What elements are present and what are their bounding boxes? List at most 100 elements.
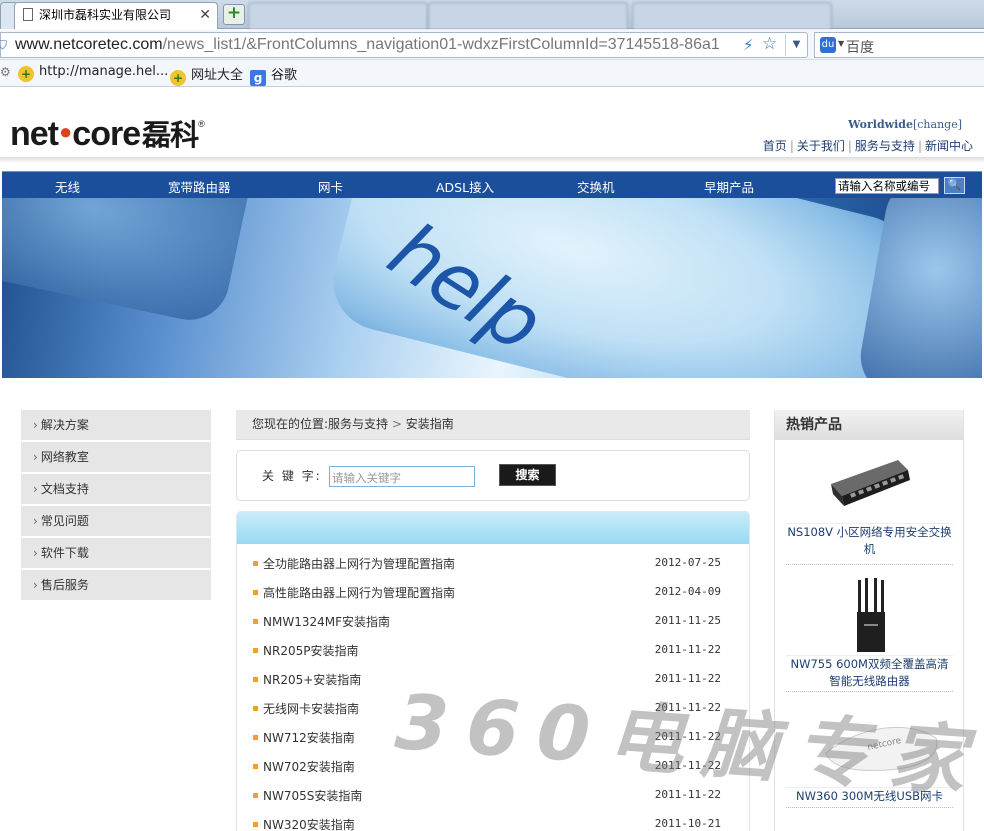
news-row[interactable]: NW320安装指南 2011-10-21 (253, 817, 733, 831)
news-title[interactable]: 高性能路由器上网行为管理配置指南 (263, 584, 455, 601)
bullet-icon (253, 590, 258, 595)
nav-item-adsl[interactable]: ADSL接入 (436, 177, 494, 196)
search-button[interactable]: 搜索 (499, 464, 556, 486)
breadcrumb-service[interactable]: 服务与支持 (328, 417, 388, 431)
news-row[interactable]: NMW1324MF安装指南 2011-11-25 (253, 614, 733, 643)
news-date: 2011-11-25 (654, 614, 721, 627)
browser-search-box[interactable]: du ▼ 百度 (814, 32, 984, 58)
menu-item-docs[interactable]: › 文档支持 (21, 474, 211, 504)
news-row[interactable]: 无线网卡安装指南 2011-11-22 (253, 701, 733, 730)
news-date: 2011-11-22 (654, 730, 721, 743)
news-row[interactable]: NW712安装指南 2011-11-22 (253, 730, 733, 759)
url-text: www.netcoretec.com/news_list1/&FrontColu… (15, 36, 720, 53)
speed-mode-icon[interactable]: ⚡ (743, 36, 754, 54)
chevron-right-icon: › (33, 482, 38, 496)
link-home[interactable]: 首页 (763, 139, 787, 153)
url-dropdown-icon[interactable]: ▼ (785, 34, 807, 56)
header-divider (0, 157, 984, 163)
hot-products-title: 热销产品 (775, 410, 963, 440)
bookmark-item[interactable]: + 网址大全 (170, 64, 243, 86)
help-banner: help (2, 198, 982, 378)
tab-active[interactable]: 深圳市磊科实业有限公司 ✕ (14, 2, 218, 29)
worldwide-selector[interactable]: Worldwide[change] (848, 118, 962, 131)
link-about[interactable]: 关于我们 (797, 139, 845, 153)
news-date: 2011-11-22 (654, 759, 721, 772)
nav-item-legacy[interactable]: 早期产品 (704, 177, 754, 196)
tab-title: 深圳市磊科实业有限公司 (39, 8, 172, 22)
tab-blurred-3[interactable] (632, 2, 832, 29)
news-title[interactable]: NR205P安装指南 (263, 642, 358, 659)
news-title[interactable]: NW702安装指南 (263, 758, 355, 775)
engine-dropdown-icon[interactable]: ▼ (838, 39, 844, 48)
search-icon[interactable]: 🔍 (944, 177, 965, 194)
news-title[interactable]: NMW1324MF安装指南 (263, 613, 390, 630)
news-title[interactable]: NW705S安装指南 (263, 787, 362, 804)
address-bar[interactable]: ⛉ www.netcoretec.com/news_list1/&FrontCo… (0, 32, 808, 58)
breadcrumb-install-guide[interactable]: 安装指南 (406, 417, 454, 431)
news-date: 2011-11-22 (654, 701, 721, 714)
news-title[interactable]: 无线网卡安装指南 (263, 700, 359, 717)
change-link: [change] (912, 118, 962, 131)
top-links: 首页 | 关于我们 | 服务与支持 | 新闻中心 (762, 139, 973, 153)
bookmarks-toggle-icon[interactable]: ⚙ (0, 65, 11, 79)
news-row[interactable]: 全功能路由器上网行为管理配置指南 2012-07-25 (253, 556, 733, 585)
product-card[interactable]: NW755 600M双频全覆盖高清智能无线路由器 (786, 576, 953, 692)
chevron-right-icon: › (33, 514, 38, 528)
chevron-right-icon: › (33, 578, 38, 592)
bullet-icon (253, 677, 258, 682)
product-caption[interactable]: NW360 300M无线USB网卡 (786, 788, 953, 805)
bullet-icon (253, 793, 258, 798)
tab-blurred-2[interactable] (428, 2, 628, 29)
bookmark-item[interactable]: + http://manage.hel... (18, 64, 168, 82)
news-row[interactable]: NR205+安装指南 2011-11-22 (253, 672, 733, 701)
news-list-panel: 全功能路由器上网行为管理配置指南 2012-07-25 高性能路由器上网行为管理配置… (236, 511, 750, 831)
menu-item-downloads[interactable]: › 软件下载 (21, 538, 211, 568)
product-card[interactable]: netcore NW360 300M无线USB网卡 (786, 708, 953, 808)
keyword-input[interactable]: 请输入关键字 (329, 466, 475, 487)
menu-item-solutions[interactable]: › 解决方案 (21, 410, 211, 440)
netcore-logo[interactable]: net●core磊科® (10, 112, 205, 154)
news-title[interactable]: NW320安装指南 (263, 816, 355, 831)
link-news[interactable]: 新闻中心 (925, 139, 973, 153)
news-title[interactable]: NW712安装指南 (263, 729, 355, 746)
keyword-label: 关 键 字: (262, 469, 322, 483)
bullet-icon (253, 706, 258, 711)
news-title[interactable]: NR205+安装指南 (263, 671, 361, 688)
bookmark-star-icon[interactable]: ☆ (762, 34, 777, 54)
news-date: 2011-11-22 (654, 643, 721, 656)
bullet-icon (253, 648, 258, 653)
close-tab-icon[interactable]: ✕ (199, 3, 211, 28)
product-caption[interactable]: NS108V 小区网络专用安全交换机 (786, 524, 953, 558)
news-title[interactable]: 全功能路由器上网行为管理配置指南 (263, 555, 455, 572)
breadcrumb: 您现在的位置:服务与支持 > 安装指南 (236, 410, 750, 440)
document-icon (23, 8, 33, 21)
menu-item-classroom[interactable]: › 网络教室 (21, 442, 211, 472)
news-row[interactable]: NR205P安装指南 2011-11-22 (253, 643, 733, 672)
bookmark-item[interactable]: g 谷歌 (250, 64, 297, 86)
bookmarks-bar: ⚙ + http://manage.hel... + 网址大全 g 谷歌 (0, 60, 984, 87)
news-row[interactable]: 高性能路由器上网行为管理配置指南 2012-04-09 (253, 585, 733, 614)
bullet-icon (253, 822, 258, 827)
news-date: 2011-10-21 (654, 817, 721, 830)
menu-item-faq[interactable]: › 常见问题 (21, 506, 211, 536)
baidu-paw-icon: du (820, 37, 836, 53)
nav-search-input[interactable]: 请输入名称或编号 (835, 178, 939, 194)
new-tab-button[interactable]: + (223, 4, 245, 25)
news-date: 2012-04-09 (654, 585, 721, 598)
nav-item-router[interactable]: 宽带路由器 (168, 177, 231, 196)
link-service[interactable]: 服务与支持 (855, 139, 915, 153)
chevron-right-icon: › (33, 546, 38, 560)
nav-item-wireless[interactable]: 无线 (55, 177, 80, 196)
nav-item-switch[interactable]: 交换机 (577, 177, 615, 196)
product-caption[interactable]: NW755 600M双频全覆盖高清智能无线路由器 (786, 656, 953, 690)
product-card[interactable]: NS108V 小区网络专用安全交换机 (786, 444, 953, 565)
tab-blurred-1[interactable] (248, 2, 428, 29)
news-row[interactable]: NW705S安装指南 2011-11-22 (253, 788, 733, 817)
news-row[interactable]: NW702安装指南 2011-11-22 (253, 759, 733, 788)
search-engine-label: 百度 (846, 40, 874, 56)
browser-tab-bar: 深圳市磊科实业有限公司 ✕ + (0, 0, 984, 29)
nav-item-nic[interactable]: 网卡 (318, 177, 343, 196)
keyboard-key-left (2, 198, 258, 328)
menu-item-aftersales[interactable]: › 售后服务 (21, 570, 211, 600)
main-nav: 无线 宽带路由器 网卡 ADSL接入 交换机 早期产品 请输入名称或编号 🔍 (2, 171, 982, 198)
